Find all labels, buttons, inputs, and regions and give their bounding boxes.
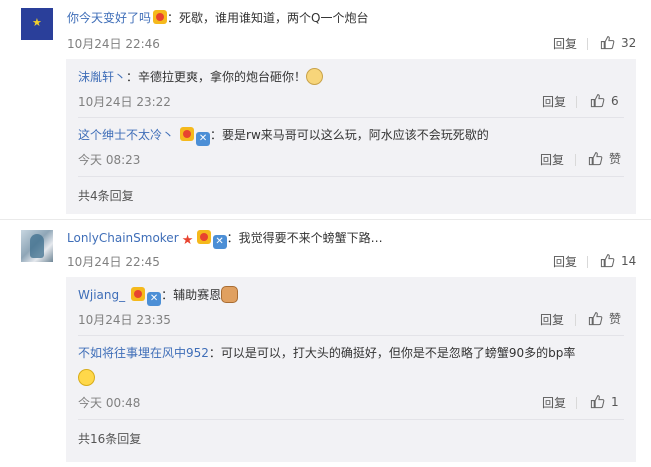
divider [78,419,624,420]
avatar-figure [30,234,44,258]
reply-line: Wjiang_ ✕ ：辅助赛恩 [78,286,239,306]
comment-item: ★ 你今天变好了吗 ：死歇，谁用谁知道，两个Q一个炮台 10月24日 22:46 … [0,0,651,214]
username-link[interactable]: Wjiang_ [78,288,125,302]
divider [78,335,624,336]
comment-text: ：死歇，谁用谁知道，两个Q一个炮台 [167,11,369,25]
star-icon: ★ [32,16,42,29]
avatar[interactable] [21,230,53,262]
username-link[interactable]: 这个绅士不太冷丶 [78,128,174,142]
cross-badge-icon: ✕ [147,292,162,306]
username-link[interactable]: 沫胤轩丶 [78,70,126,84]
cross-badge-icon: ✕ [196,132,211,146]
like-button[interactable]: 6 [590,93,619,109]
reply-button[interactable]: 回复 [542,94,566,110]
divider [575,314,576,326]
thumbs-up-icon [588,312,603,326]
reply-timestamp: 10月24日 23:22 [78,95,171,109]
cross-badge-icon: ✕ [212,235,227,249]
like-count: 32 [621,36,637,50]
reply-timestamp: 今天 08:23 [78,153,141,167]
reply-line: 这个绅士不太冷丶 ✕ ：要是rw来马哥可以这么玩，阿水应该不会玩死歇的 [78,126,489,146]
like-count: 赞 [609,152,622,166]
reply-line: 不如将往事埋在风中952：可以是可以，打大头的确挺好，但你是不是忽略了螃蟹90多… [78,344,575,362]
more-replies-link[interactable]: 共4条回复 [78,188,134,204]
reply-text: ：辅助赛恩 [161,288,222,302]
reply-timestamp: 今天 00:48 [78,396,141,410]
reply-timestamp: 10月24日 23:35 [78,313,171,327]
divider [575,154,576,166]
like-count: 14 [621,254,637,268]
username-link[interactable]: 不如将往事埋在风中952 [78,346,209,360]
reply-text: ：可以是可以，打大头的确挺好，但你是不是忽略了螃蟹90多的bp率 [208,346,576,360]
reply-button[interactable]: 回复 [542,395,566,411]
vip-badge-icon [180,127,195,141]
avatar[interactable]: ★ [21,8,53,40]
vip-badge-icon [153,10,168,24]
reply-button[interactable]: 回复 [553,36,577,52]
reply-line: 沫胤轩丶：辛德拉更爽，拿你的炮台砸你！ [78,68,324,86]
divider [576,397,577,409]
more-replies-link[interactable]: 共16条回复 [78,431,141,447]
like-button[interactable]: 1 [590,394,619,410]
dog-emoji-icon [306,68,324,85]
comment-item: LonlyChainSmoker ★ ✕ ：我觉得要不来个螃蟹下路… 10月24日 2… [0,220,651,467]
reply-line-emoji [78,369,95,387]
divider [587,38,588,50]
comment-line: LonlyChainSmoker ★ ✕ ：我觉得要不来个螃蟹下路… [67,229,383,249]
thumbs-up-icon [588,152,603,166]
divider [576,96,577,108]
reply-button[interactable]: 回复 [540,312,564,328]
like-count: 1 [611,395,619,409]
thumbs-up-icon [600,254,615,268]
reply-text: ：要是rw来马哥可以这么玩，阿水应该不会玩死歇的 [210,128,489,142]
reply-text: ：辛德拉更爽，拿你的炮台砸你！ [126,70,307,84]
thumbs-up-icon [600,36,615,50]
thumbs-up-icon [590,94,605,108]
thumbs-up-icon [590,395,605,409]
divider [78,117,624,118]
like-button[interactable]: 赞 [588,151,621,167]
divider [78,176,624,177]
like-count: 6 [611,94,619,108]
username-link[interactable]: 你今天变好了吗 [67,11,151,25]
reply-button[interactable]: 回复 [540,152,564,168]
comment-line: 你今天变好了吗 ：死歇，谁用谁知道，两个Q一个炮台 [67,9,368,27]
comment-text: ：我觉得要不来个螃蟹下路… [226,231,383,245]
reply-button[interactable]: 回复 [553,254,577,270]
like-button[interactable]: 赞 [588,311,621,327]
star-badge-icon: ★ [181,233,194,248]
comment-timestamp: 10月24日 22:45 [67,255,160,269]
cat-emoji-icon [221,286,239,303]
vip-badge-icon [196,230,211,244]
like-button[interactable]: 14 [600,253,636,269]
username-link[interactable]: LonlyChainSmoker [67,231,179,245]
vip-badge-icon [131,287,146,301]
like-button[interactable]: 32 [600,35,636,51]
like-count: 赞 [609,312,622,326]
divider [587,256,588,268]
laugh-emoji-icon [78,369,95,386]
comment-timestamp: 10月24日 22:46 [67,37,160,51]
